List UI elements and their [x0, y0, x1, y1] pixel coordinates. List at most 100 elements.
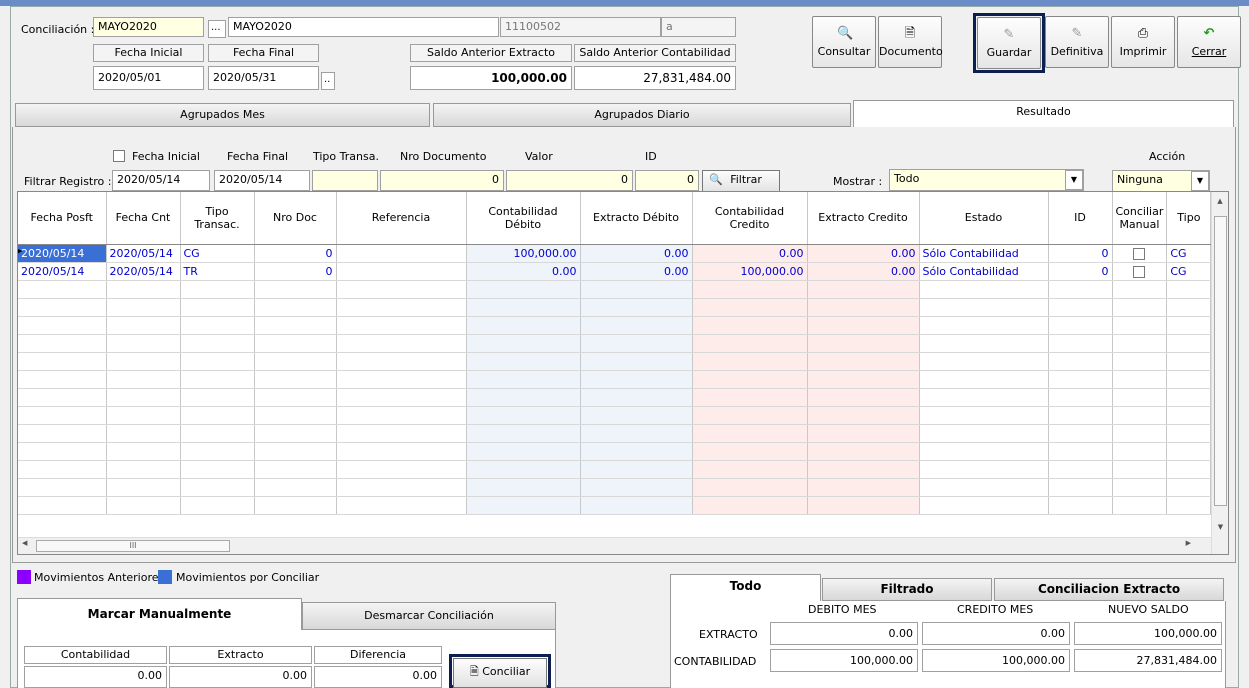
- table-cell: [807, 478, 920, 497]
- conciliar-button[interactable]: 🗎 Conciliar: [453, 658, 547, 688]
- column-header[interactable]: Tipo: [1166, 192, 1212, 245]
- tab-conciliacion-extracto[interactable]: Conciliacion Extracto: [994, 578, 1224, 601]
- column-header[interactable]: Referencia: [336, 192, 467, 245]
- definitiva-button[interactable]: ✎ Definitiva: [1045, 16, 1109, 68]
- table-cell[interactable]: [1112, 370, 1168, 389]
- tab-marcar-manualmente[interactable]: Marcar Manualmente: [17, 598, 302, 630]
- fecha-inicial-checkbox[interactable]: [113, 150, 125, 162]
- conciliacion-lookup-button[interactable]: ...: [208, 20, 226, 38]
- column-header[interactable]: Fecha Posft: [18, 192, 107, 245]
- column-header[interactable]: Extracto Débito: [580, 192, 693, 245]
- table-row[interactable]: [18, 280, 1212, 299]
- extracto-saldo-value: 100,000.00: [1074, 622, 1222, 645]
- table-row[interactable]: [18, 442, 1212, 461]
- table-row[interactable]: [18, 334, 1212, 353]
- table-cell: [1166, 334, 1212, 353]
- table-cell: [180, 334, 255, 353]
- vertical-scroll-thumb[interactable]: [1214, 216, 1227, 506]
- column-header[interactable]: Fecha Cnt: [106, 192, 181, 245]
- scroll-up-icon[interactable]: ▲: [1212, 192, 1228, 210]
- table-cell: [919, 496, 1049, 515]
- table-cell: [1048, 316, 1113, 335]
- tab-agrupados-diario[interactable]: Agrupados Diario: [433, 103, 851, 127]
- tab-desmarcar-conciliacion[interactable]: Desmarcar Conciliación: [302, 602, 556, 630]
- table-cell[interactable]: [1112, 478, 1168, 497]
- table-cell: [180, 478, 255, 497]
- column-header[interactable]: Extracto Credito: [807, 192, 920, 245]
- table-cell: [18, 352, 107, 371]
- table-row[interactable]: [18, 352, 1212, 371]
- filter-id-field[interactable]: 0: [635, 170, 699, 191]
- table-cell: [18, 298, 107, 317]
- filter-tipo-transa-field[interactable]: [312, 170, 378, 191]
- saldo-extracto-header: Saldo Anterior Extracto: [410, 44, 572, 62]
- column-header[interactable]: Nro Doc: [254, 192, 337, 245]
- table-cell: [580, 460, 693, 479]
- table-cell[interactable]: [1112, 496, 1168, 515]
- table-cell[interactable]: [1112, 388, 1168, 407]
- imprimir-button[interactable]: ⎙ Imprimir: [1111, 16, 1175, 68]
- filter-valor-field[interactable]: 0: [506, 170, 633, 191]
- table-row[interactable]: ▶2020/05/142020/05/14CG0100,000.000.000.…: [18, 243, 1212, 263]
- tab-resultado[interactable]: Resultado: [853, 100, 1234, 127]
- table-row[interactable]: [18, 478, 1212, 497]
- table-row[interactable]: [18, 298, 1212, 317]
- horizontal-scroll-thumb[interactable]: III: [36, 540, 230, 552]
- mostrar-dropdown-button[interactable]: ▼: [1065, 170, 1083, 190]
- table-row[interactable]: [18, 388, 1212, 407]
- filtrar-button[interactable]: 🔍 Filtrar: [702, 170, 780, 193]
- table-cell[interactable]: [1112, 262, 1168, 281]
- tab-agrupados-mes[interactable]: Agrupados Mes: [15, 103, 430, 127]
- table-cell[interactable]: [1112, 316, 1168, 335]
- filter-fecha-inicial-field[interactable]: 2020/05/14: [112, 170, 210, 191]
- guardar-button[interactable]: ✎ Guardar: [977, 17, 1041, 69]
- column-header[interactable]: Estado: [919, 192, 1049, 245]
- consultar-button[interactable]: 🔍 Consultar: [812, 16, 876, 68]
- column-header[interactable]: ID: [1048, 192, 1113, 245]
- vertical-scrollbar[interactable]: ▲ ▼: [1211, 192, 1228, 554]
- column-header[interactable]: Tipo Transac.: [180, 192, 255, 245]
- conciliacion-desc-field[interactable]: MAYO2020: [228, 17, 499, 37]
- table-cell[interactable]: [1112, 442, 1168, 461]
- conciliar-manual-checkbox[interactable]: [1133, 247, 1146, 260]
- table-cell: [336, 298, 467, 317]
- horizontal-scrollbar[interactable]: ◀ III ▶: [18, 537, 1211, 554]
- tab-filtrado[interactable]: Filtrado: [822, 578, 992, 601]
- column-header[interactable]: Contabilidad Débito: [466, 192, 581, 245]
- table-cell[interactable]: [1112, 406, 1168, 425]
- table-row[interactable]: [18, 316, 1212, 335]
- conciliar-manual-checkbox[interactable]: [1133, 265, 1146, 278]
- table-row[interactable]: 2020/05/14 2020/05/14 TR 0 0.00 0.00 100,000.0…: [18, 262, 1212, 281]
- scroll-right-icon[interactable]: ▶: [1186, 539, 1191, 547]
- table-cell[interactable]: [1112, 352, 1168, 371]
- date-picker-button[interactable]: ..: [321, 72, 335, 90]
- table-cell[interactable]: [1112, 424, 1168, 443]
- filter-nro-documento-field[interactable]: 0: [380, 170, 504, 191]
- cerrar-button[interactable]: ↶ Cerrar: [1177, 16, 1241, 68]
- table-row[interactable]: [18, 370, 1212, 389]
- column-header[interactable]: Conciliar Manual: [1112, 192, 1168, 245]
- documento-button[interactable]: 🗎 Documento: [878, 16, 943, 68]
- table-row[interactable]: [18, 406, 1212, 425]
- scroll-down-icon[interactable]: ▼: [1212, 518, 1228, 536]
- table-cell: [106, 424, 181, 443]
- table-cell[interactable]: [1112, 334, 1168, 353]
- conciliacion-code-field[interactable]: MAYO2020: [93, 17, 204, 37]
- tab-todo[interactable]: Todo: [670, 574, 821, 601]
- table-row[interactable]: [18, 496, 1212, 515]
- column-header[interactable]: Contabilidad Credito: [692, 192, 808, 245]
- table-cell: [692, 298, 808, 317]
- mostrar-select[interactable]: Todo: [889, 169, 1084, 191]
- scroll-left-icon[interactable]: ◀: [22, 539, 27, 547]
- table-cell[interactable]: [1112, 298, 1168, 317]
- filter-fecha-final-field[interactable]: 2020/05/14: [214, 170, 310, 191]
- results-grid[interactable]: Fecha Posft Fecha Cnt Tipo Transac. Nro Doc…: [17, 191, 1229, 555]
- table-cell[interactable]: [1112, 460, 1168, 479]
- accion-dropdown-button[interactable]: ▼: [1191, 171, 1209, 191]
- table-cell[interactable]: [1112, 280, 1168, 299]
- fecha-final-field[interactable]: 2020/05/31: [208, 66, 319, 90]
- table-cell[interactable]: [1112, 243, 1168, 263]
- table-row[interactable]: [18, 460, 1212, 479]
- fecha-inicial-field[interactable]: 2020/05/01: [93, 66, 204, 90]
- table-row[interactable]: [18, 424, 1212, 443]
